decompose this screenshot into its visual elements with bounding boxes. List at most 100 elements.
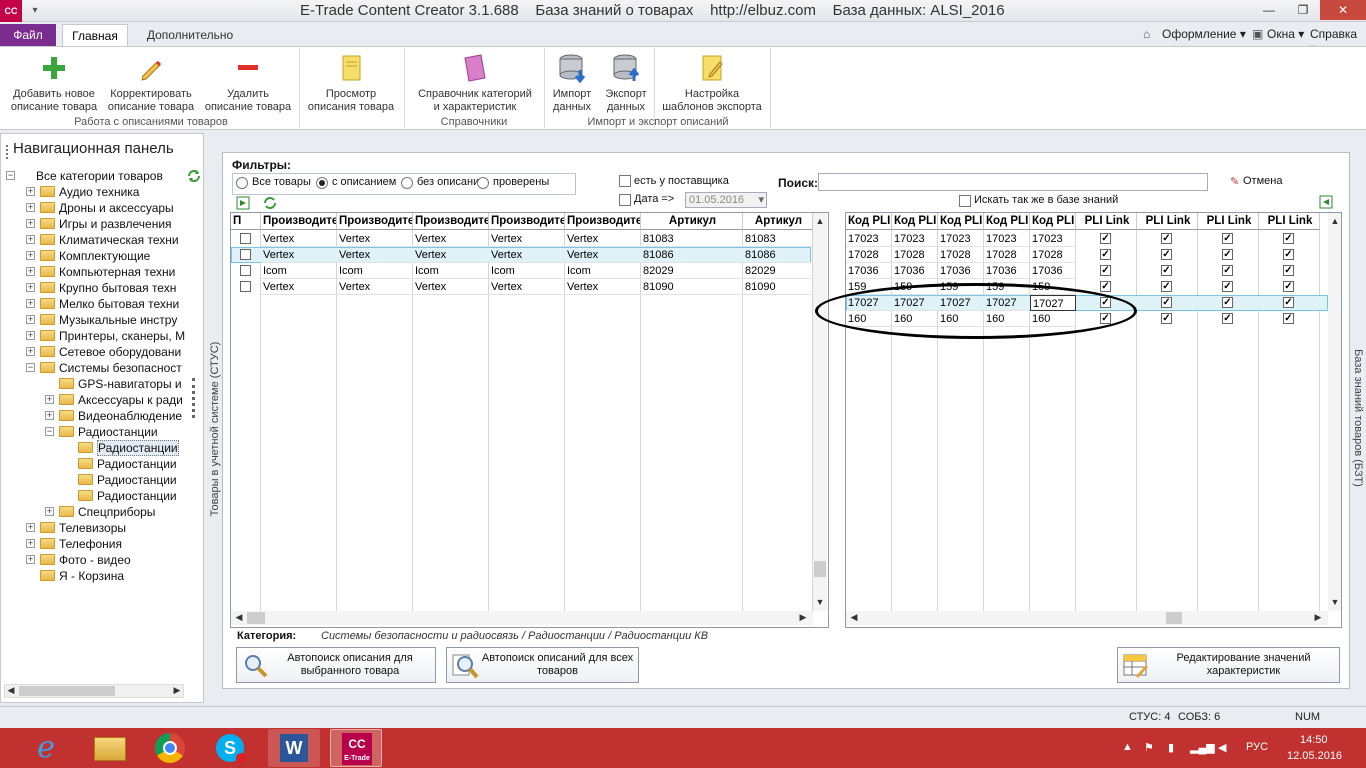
scroll-left-icon[interactable]: ◀: [233, 612, 245, 623]
tree-item[interactable]: + Комплектующие: [0, 248, 200, 264]
column-header[interactable]: П: [231, 213, 261, 230]
tree-item[interactable]: Радиостанции: [0, 472, 200, 488]
column-header[interactable]: Производите: [337, 213, 413, 230]
column-header[interactable]: PLI Link: [1198, 213, 1259, 230]
autosearch-selected-button[interactable]: Автопоиск описания для выбранного товара: [236, 647, 436, 683]
flag-icon[interactable]: ⚑: [1144, 741, 1154, 754]
column-header[interactable]: Производите: [489, 213, 565, 230]
row-checkbox[interactable]: [240, 249, 251, 260]
pli-link-checkbox[interactable]: ✓: [1283, 297, 1294, 308]
pli-link-checkbox[interactable]: ✓: [1100, 249, 1111, 260]
products-scroll-thumb[interactable]: [814, 561, 826, 577]
pli-link-checkbox[interactable]: ✓: [1161, 249, 1172, 260]
column-header[interactable]: PLI Link: [1076, 213, 1137, 230]
pli-link-checkbox[interactable]: ✓: [1283, 281, 1294, 292]
nav-horizontal-scrollbar[interactable]: ◀ ▶: [4, 684, 184, 698]
scroll-right-icon[interactable]: ▶: [1312, 612, 1324, 623]
tree-item[interactable]: + Дроны и аксессуары: [0, 200, 200, 216]
side-tab-stus[interactable]: Товары в учетной системе (СТУС): [205, 133, 222, 703]
column-header[interactable]: Артикул: [743, 213, 813, 230]
tree-item[interactable]: GPS-навигаторы и: [0, 376, 200, 392]
date-field[interactable]: 01.05.2016 ▾: [685, 192, 767, 208]
network-icon[interactable]: ▂▄▆: [1190, 741, 1215, 754]
scroll-down-icon[interactable]: ▼: [814, 597, 826, 607]
language-indicator[interactable]: РУС: [1246, 741, 1268, 753]
table-row[interactable]: Icom Icom Icom Icom Icom 82029 82029: [231, 263, 813, 279]
column-header[interactable]: Артикул: [641, 213, 743, 230]
pli-link-checkbox[interactable]: ✓: [1283, 233, 1294, 244]
tree-item[interactable]: + Спецприборы: [0, 504, 200, 520]
chevron-down-icon[interactable]: ▾: [758, 193, 764, 207]
tab-file[interactable]: Файл: [0, 24, 56, 46]
supplier-checkbox[interactable]: [619, 175, 631, 187]
edit-description-button[interactable]: Корректировать описание товара: [104, 50, 198, 114]
maximize-button[interactable]: ❐: [1286, 0, 1320, 20]
dictionary-button[interactable]: Справочник категорий и характеристик: [408, 50, 542, 114]
column-header[interactable]: PLI Link: [1259, 213, 1320, 230]
ie-icon[interactable]: e: [20, 729, 72, 767]
tree-expander-icon[interactable]: +: [26, 539, 35, 548]
app-icon[interactable]: CC: [0, 0, 22, 22]
battery-icon[interactable]: ▮: [1168, 741, 1174, 754]
tree-expander-icon[interactable]: +: [26, 187, 35, 196]
column-header[interactable]: Код PLI: [984, 213, 1030, 230]
pli-link-checkbox[interactable]: ✓: [1161, 281, 1172, 292]
tree-item[interactable]: + Аксессуары к ради: [0, 392, 200, 408]
volume-icon[interactable]: ◀: [1218, 741, 1226, 754]
table-row[interactable]: Vertex Vertex Vertex Vertex Vertex 81090 81090: [231, 279, 813, 295]
row-checkbox[interactable]: [240, 265, 251, 276]
pli-link-checkbox[interactable]: ✓: [1161, 313, 1172, 324]
pli-link-checkbox[interactable]: ✓: [1283, 313, 1294, 324]
tree-expander-icon[interactable]: +: [26, 219, 35, 228]
pli-link-checkbox[interactable]: ✓: [1100, 265, 1111, 276]
tree-item[interactable]: + Принтеры, сканеры, М: [0, 328, 200, 344]
tree-item[interactable]: − Все категории товаров: [0, 168, 200, 184]
refresh-grid-icon[interactable]: [262, 195, 278, 211]
table-row[interactable]: 17036 17036 17036 17036 17036 ✓ ✓ ✓ ✓: [846, 263, 1328, 279]
import-data-button[interactable]: Импорт данных: [546, 50, 598, 114]
cancel-button[interactable]: Отмена: [1243, 175, 1282, 187]
side-tab-kb[interactable]: База знаний товаров (БЗТ): [1350, 152, 1366, 689]
pli-link-checkbox[interactable]: ✓: [1283, 249, 1294, 260]
row-checkbox[interactable]: [240, 281, 251, 292]
explorer-icon[interactable]: [84, 729, 136, 767]
tree-item[interactable]: + Климатическая техни: [0, 232, 200, 248]
view-description-button[interactable]: Просмотр описания товара: [303, 50, 399, 114]
tree-expander-icon[interactable]: +: [26, 347, 35, 356]
word-icon[interactable]: W: [268, 729, 320, 767]
chrome-icon[interactable]: [144, 729, 196, 767]
clock-date[interactable]: 12.05.2016: [1287, 750, 1342, 762]
tab-extra[interactable]: Дополнительно: [135, 24, 245, 46]
column-header[interactable]: Код PLI: [892, 213, 938, 230]
pli-link-checkbox[interactable]: ✓: [1222, 249, 1233, 260]
table-row[interactable]: Vertex Vertex Vertex Vertex Vertex 81086 81086: [231, 247, 813, 263]
kb-hscroll-thumb[interactable]: [1166, 612, 1182, 624]
tree-item[interactable]: + Крупно бытовая техн: [0, 280, 200, 296]
pli-link-checkbox[interactable]: ✓: [1222, 297, 1233, 308]
pli-link-checkbox[interactable]: ✓: [1222, 265, 1233, 276]
scroll-left-icon[interactable]: ◀: [5, 685, 17, 696]
tree-item[interactable]: + Фото - видео: [0, 552, 200, 568]
tree-item[interactable]: + Мелко бытовая техни: [0, 296, 200, 312]
export-data-button[interactable]: Экспорт данных: [600, 50, 652, 114]
scroll-right-icon[interactable]: ▶: [797, 612, 809, 623]
tree-expander-icon[interactable]: +: [26, 267, 35, 276]
tree-expander-icon[interactable]: +: [26, 315, 35, 324]
tree-expander-icon[interactable]: +: [26, 331, 35, 340]
kb-vertical-scrollbar[interactable]: ▲ ▼: [1328, 213, 1341, 611]
menu-windows[interactable]: Окна ▾: [1267, 27, 1304, 41]
filter-radio[interactable]: [316, 177, 328, 189]
pli-link-checkbox[interactable]: ✓: [1161, 265, 1172, 276]
delete-description-button[interactable]: Удалить описание товара: [200, 50, 296, 114]
menu-design[interactable]: Оформление ▾: [1162, 27, 1246, 41]
column-header[interactable]: Код PLI: [938, 213, 984, 230]
tree-expander-icon[interactable]: +: [45, 507, 54, 516]
tab-main[interactable]: Главная: [62, 24, 128, 47]
pli-link-checkbox[interactable]: ✓: [1161, 297, 1172, 308]
table-row[interactable]: 17023 17023 17023 17023 17023 ✓ ✓ ✓ ✓: [846, 231, 1328, 247]
tree-item[interactable]: − Радиостанции: [0, 424, 200, 440]
splitter-handle[interactable]: [192, 378, 195, 418]
column-header[interactable]: PLI Link: [1137, 213, 1198, 230]
nav-scroll-thumb[interactable]: [19, 686, 115, 696]
tree-expander-icon[interactable]: +: [26, 235, 35, 244]
